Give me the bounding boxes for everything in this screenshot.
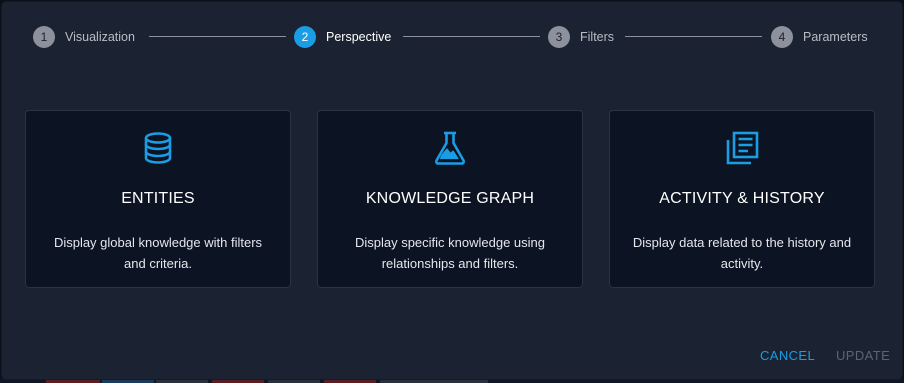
- step-connector: [625, 36, 762, 37]
- step-connector: [403, 36, 540, 37]
- step-filters[interactable]: 3 Filters: [548, 24, 614, 50]
- card-description: Display global knowledge with filters an…: [53, 235, 263, 271]
- widget-creation-dialog: 1 Visualization 2 Perspective 3 Filters …: [2, 2, 902, 379]
- step-number: 4: [771, 26, 793, 48]
- database-icon: [26, 129, 290, 167]
- step-parameters[interactable]: 4 Parameters: [771, 24, 868, 50]
- flask-icon: [318, 129, 582, 167]
- step-perspective[interactable]: 2 Perspective: [294, 24, 391, 50]
- step-label: Filters: [580, 30, 615, 44]
- library-books-icon: [610, 129, 874, 167]
- card-description: Display specific knowledge using relatio…: [354, 235, 546, 271]
- card-description: Display data related to the history and …: [632, 235, 852, 271]
- perspective-card-knowledge-graph[interactable]: KNOWLEDGE GRAPH Display specific knowled…: [317, 110, 583, 288]
- cancel-button[interactable]: CANCEL: [760, 348, 815, 363]
- perspective-card-activity-history[interactable]: ACTIVITY & HISTORY Display data related …: [609, 110, 875, 288]
- step-number: 3: [548, 26, 570, 48]
- step-number: 2: [294, 26, 316, 48]
- card-title: ENTITIES: [121, 190, 195, 207]
- update-button[interactable]: UPDATE: [836, 348, 890, 363]
- perspective-card-entities[interactable]: ENTITIES Display global knowledge with f…: [25, 110, 291, 288]
- step-label: Parameters: [803, 30, 868, 44]
- step-label: Perspective: [326, 30, 392, 44]
- card-title: KNOWLEDGE GRAPH: [365, 190, 535, 207]
- card-title: ACTIVITY & HISTORY: [659, 190, 825, 207]
- step-connector: [149, 36, 286, 37]
- stepper: 1 Visualization 2 Perspective 3 Filters …: [33, 24, 881, 50]
- step-number: 1: [33, 26, 55, 48]
- step-label: Visualization: [65, 30, 135, 44]
- step-visualization[interactable]: 1 Visualization: [33, 24, 135, 50]
